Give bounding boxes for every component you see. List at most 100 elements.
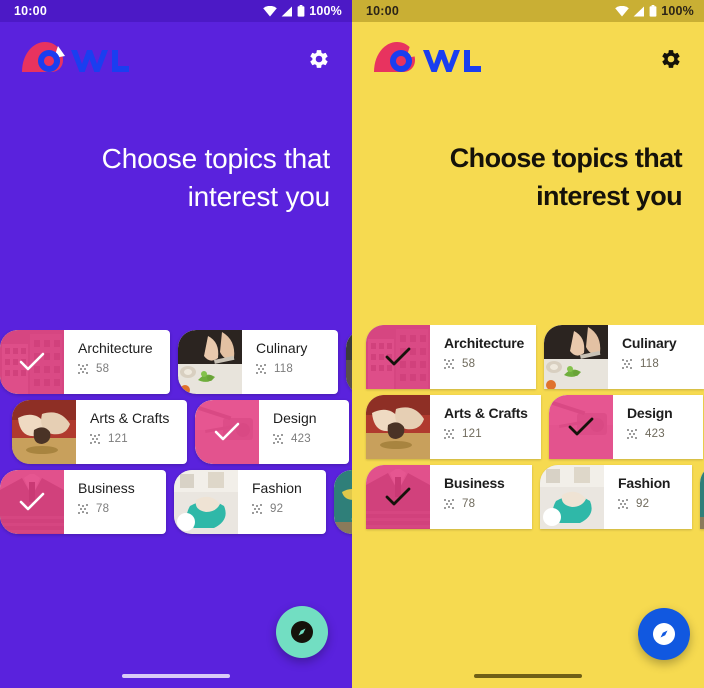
topic-card-business[interactable]: Business 78 [366, 465, 532, 529]
course-count: 92 [618, 498, 676, 510]
fashion-fabric-photo [540, 465, 604, 529]
check-icon [366, 325, 430, 389]
course-count-value: 92 [636, 497, 650, 510]
course-count-value: 78 [96, 502, 110, 515]
app-bar [0, 22, 352, 96]
pottery-hands-photo [366, 395, 430, 459]
course-count-value: 121 [108, 432, 128, 445]
topic-meta: Business 78 [64, 470, 166, 534]
grain-icon [273, 433, 283, 444]
home-indicator[interactable] [474, 674, 582, 678]
grain-icon [627, 428, 637, 439]
phone-screen-purple-theme: 10:00 100% Choose topics that interest y… [0, 0, 352, 688]
topic-card-design[interactable]: Design 423 [195, 400, 349, 464]
topic-name: Fashion [618, 475, 671, 491]
grain-icon [444, 428, 454, 439]
topic-grid: Architecture 58 Culinary 118 Arts & Craf… [0, 330, 352, 540]
explore-fab-button[interactable] [276, 606, 328, 658]
topic-name: Architecture [78, 340, 153, 356]
topic-card-business[interactable]: Business 78 [0, 470, 166, 534]
topic-card-fashion[interactable]: Fashion 92 [540, 465, 692, 529]
grain-icon [78, 363, 88, 374]
page-title-line-1: Choose topics that [101, 143, 331, 174]
check-icon [0, 330, 64, 394]
topic-name: Architecture [444, 335, 525, 351]
course-count-value: 121 [462, 427, 482, 440]
comparison-stage: 10:00 100% Choose topics that interest y… [0, 0, 704, 688]
course-count: 121 [444, 428, 525, 440]
business-suit-photo [366, 465, 430, 529]
topic-card-fashion[interactable]: Fashion 92 [174, 470, 326, 534]
design-desk-photo [549, 395, 613, 459]
signal-icon [633, 6, 645, 16]
signal-icon [281, 6, 293, 16]
course-count-value: 118 [274, 362, 293, 375]
status-bar: 10:00 100% [0, 0, 352, 22]
check-icon [366, 465, 430, 529]
course-count: 118 [256, 363, 322, 375]
course-count: 78 [78, 503, 150, 515]
explore-compass-icon [653, 623, 675, 645]
topic-card-architecture[interactable]: Architecture 58 [366, 325, 536, 389]
explore-compass-icon [291, 621, 313, 643]
topic-card-design[interactable]: Design 423 [549, 395, 703, 459]
gear-icon[interactable] [660, 48, 682, 70]
grain-icon [444, 358, 454, 369]
topic-meta: Business 78 [430, 465, 532, 529]
topic-row: Arts & Crafts 121 Design 423 [352, 395, 704, 459]
status-bar-time: 10:00 [366, 4, 399, 18]
topic-card-peek-3[interactable] [334, 470, 352, 534]
grain-icon [78, 503, 88, 514]
status-bar: 10:00 100% [352, 0, 704, 22]
topic-meta: Fashion 92 [604, 465, 692, 529]
course-count: 78 [444, 498, 516, 510]
topic-card-culinary[interactable]: Culinary 118 [544, 325, 704, 389]
topic-card-arts-crafts[interactable]: Arts & Crafts 121 [12, 400, 187, 464]
topic-name: Arts & Crafts [90, 410, 170, 426]
topic-card-arts-crafts[interactable]: Arts & Crafts 121 [366, 395, 541, 459]
course-count: 118 [622, 358, 688, 370]
page-title-line-2: interest you [187, 180, 331, 212]
topic-row: Architecture 58 Culinary 118 [0, 330, 352, 394]
check-icon [549, 395, 613, 459]
grain-icon [618, 498, 628, 509]
topic-row: Business 78 Fashion 92 [352, 465, 704, 529]
grain-icon [256, 363, 266, 374]
topic-meta: Arts & Crafts 121 [76, 400, 187, 464]
pottery-hands-photo [12, 400, 76, 464]
status-bar-icons: 100% [615, 4, 694, 18]
battery-percent: 100% [661, 4, 694, 18]
topic-card-architecture[interactable]: Architecture 58 [0, 330, 170, 394]
topic-card-culinary[interactable]: Culinary 118 [178, 330, 338, 394]
culinary-chopping-photo [178, 330, 242, 394]
topic-card-peek-3[interactable] [700, 465, 704, 529]
wifi-icon [615, 5, 630, 16]
topic-meta: Arts & Crafts 121 [430, 395, 541, 459]
fashion-fabric-photo [174, 470, 238, 534]
check-icon [195, 400, 259, 464]
topic-grid: Architecture 58 Culinary 118 Arts & Craf… [352, 325, 704, 535]
status-bar-icons: 100% [263, 4, 342, 18]
topic-meta: Architecture 58 [64, 330, 170, 394]
page-title: Choose topics that interest you [352, 140, 704, 216]
topic-meta: Design 423 [259, 400, 349, 464]
course-count-value: 58 [462, 357, 476, 370]
owl-logo [16, 36, 156, 82]
course-count: 58 [444, 358, 520, 370]
course-count-value: 78 [462, 497, 476, 510]
explore-fab-button[interactable] [638, 608, 690, 660]
chalkboard-photo [334, 470, 352, 534]
topic-name: Business [78, 480, 135, 496]
course-count: 423 [627, 428, 687, 440]
gear-icon[interactable] [308, 48, 330, 70]
topic-name: Fashion [252, 480, 302, 496]
course-count: 92 [252, 503, 310, 515]
app-bar [352, 22, 704, 96]
page-title-line-1: Choose topics that [449, 143, 683, 173]
topic-meta: Culinary 118 [608, 325, 704, 389]
course-count-value: 92 [270, 502, 284, 515]
battery-percent: 100% [309, 4, 342, 18]
course-count-value: 423 [645, 427, 665, 440]
home-indicator[interactable] [122, 674, 230, 678]
culinary-chopping-photo [544, 325, 608, 389]
